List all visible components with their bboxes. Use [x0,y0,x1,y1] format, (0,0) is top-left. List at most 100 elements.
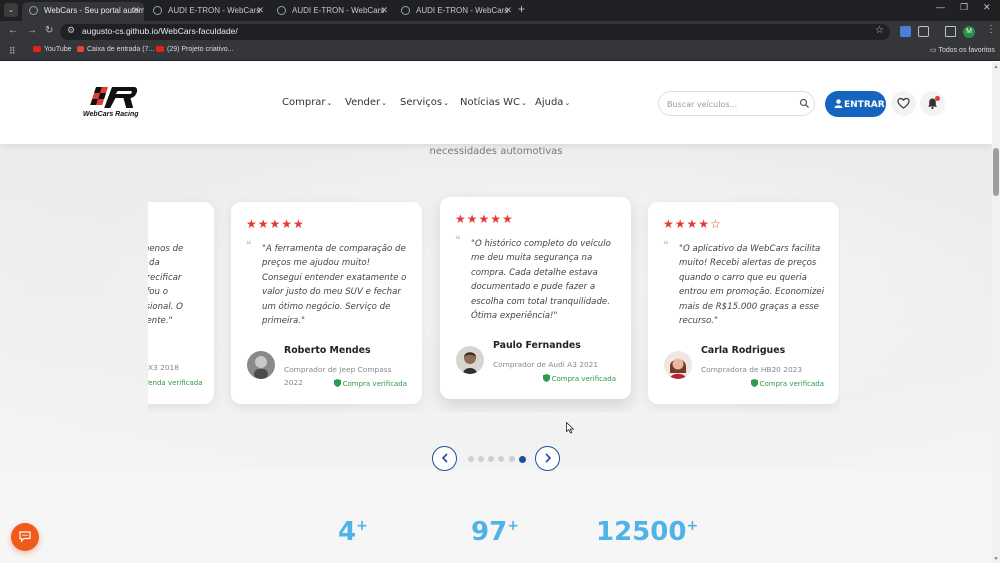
verified-badge: Compra verificada [750,379,824,388]
nav-comprar[interactable]: Comprar⌄ [282,97,332,108]
testimonial-role: Compradora de HB20 2023 [701,365,803,374]
carousel-next-button[interactable] [535,446,560,471]
testimonial-role: Comprador de Audi A3 2021 [493,360,599,369]
notification-dot [935,96,940,101]
browser-tab[interactable]: WebCars - Seu portal automot ✕ [22,2,144,21]
translate-extension-icon[interactable] [900,26,911,37]
avatar [247,351,275,379]
scroll-up-icon[interactable]: ▲ [993,64,999,70]
restore-window-icon[interactable]: ❐ [960,2,968,13]
chevron-down-icon: ⌄ [443,99,450,107]
search-input[interactable] [667,97,797,111]
verified-badge: Compra verificada [333,379,407,388]
scrollbar-thumb[interactable] [993,148,999,196]
testimonial-quote: "A ferramenta de comparação de preços me… [262,244,407,327]
shield-check-icon [333,379,341,387]
carousel-dot[interactable] [478,456,484,462]
stat-counter: 12500+ [596,517,699,547]
testimonial-author: Carla Rodrigues [701,345,786,356]
carousel-dot-active[interactable] [519,455,526,463]
nav-servicos[interactable]: Serviços⌄ [400,97,449,108]
scroll-down-icon[interactable]: ▼ [993,556,999,562]
browser-tab[interactable]: AUDI E-TRON - WebCars ✕ [270,2,392,21]
section-subtitle: necessidades automotivas [429,146,563,157]
close-tab-icon[interactable]: ✕ [132,2,140,19]
bookmark-gmail[interactable]: Caixa de entrada (7... [77,46,154,53]
bookmark-star-icon[interactable]: ☆ [875,25,884,36]
page-scrollbar[interactable]: ▲ ▼ [992,62,1000,563]
testimonial-quote: menos de e da precificar afou o ssional.… [148,244,184,327]
close-window-icon[interactable]: ✕ [983,2,991,13]
globe-icon [401,6,410,15]
back-icon[interactable]: ← [8,25,18,36]
webcars-logo[interactable] [83,84,149,124]
chevron-down-icon: ⌄ [326,99,333,107]
testimonial-card: ★★★★★ menos de e da precificar afou o ss… [148,202,214,404]
favorites-button[interactable] [891,91,916,116]
carousel-dot[interactable] [468,456,474,462]
testimonial-card: ★★★★☆ ❝ "O aplicativo da WebCars facilit… [648,202,839,404]
testimonial-role: X3 2018 [148,363,179,372]
site-info-icon[interactable]: ⚙ [67,25,75,36]
rating-stars: ★★★★★ [455,212,514,226]
close-tab-icon[interactable]: ✕ [256,2,264,19]
nav-ajuda[interactable]: Ajuda⌄ [535,97,570,108]
testimonial-author: Roberto Mendes [284,345,371,356]
login-button[interactable]: ENTRAR [825,91,886,117]
carousel-prev-button[interactable] [432,446,457,471]
new-tab-button[interactable]: + [518,2,525,16]
profile-avatar[interactable]: M [963,26,975,38]
close-tab-icon[interactable]: ✕ [504,2,512,19]
extensions-icon[interactable] [918,26,929,37]
nav-vender[interactable]: Vender⌄ [345,97,387,108]
carousel-dot[interactable] [498,456,504,462]
browser-tab[interactable]: AUDI E-TRON - WebCars ✕ [394,2,516,21]
search-icon[interactable] [799,98,810,109]
notifications-button[interactable] [920,91,945,116]
avatar [456,346,484,374]
carousel-dot[interactable] [509,456,515,462]
browser-menu-icon[interactable]: ⋮ [986,24,996,35]
youtube-icon [33,46,41,53]
verified-badge: Venda verificada [148,379,203,387]
rating-stars: ★★★★☆ [663,217,722,231]
url-field[interactable]: ⚙ augusto-cs.github.io/WebCars-faculdade… [60,24,890,40]
browser-tab-bar: ⌄ WebCars - Seu portal automot ✕ AUDI E-… [0,0,1000,21]
bookmarks-bar: ⠿ YouTube Caixa de entrada (7... (29) Pr… [0,43,1000,61]
tab-search-button[interactable]: ⌄ [4,3,18,17]
quote-icon: ❝ [246,240,252,251]
forward-icon[interactable]: → [27,25,37,36]
chat-bubble-icon [19,531,31,542]
testimonial-card: ★★★★★ ❝ "A ferramenta de comparação de p… [231,202,422,404]
reload-icon[interactable]: ↻ [45,25,53,36]
mouse-cursor-icon [566,422,574,434]
minimize-window-icon[interactable]: — [936,2,945,12]
browser-tab[interactable]: AUDI E-TRON - WebCars ✕ [146,2,268,21]
all-bookmarks[interactable]: ▭ Todos os favoritos [930,46,995,54]
page-viewport: necessidades automotivas ★★★★★ menos de … [0,62,992,563]
chevron-down-icon: ⌄ [564,99,571,107]
youtube-icon [156,46,164,53]
testimonial-quote: "O aplicativo da WebCars facilita muito!… [679,244,825,327]
testimonial-quote: "O histórico completo do veículo me deu … [471,239,611,322]
apps-grid-icon[interactable]: ⠿ [9,46,16,57]
search-bar [658,91,815,116]
testimonial-card: ★★★★★ ❝ "O histórico completo do veículo… [440,197,631,399]
shield-check-icon [542,374,550,382]
globe-icon [153,6,162,15]
stat-counter: 4+ [338,517,368,547]
testimonials-carousel: ★★★★★ menos de e da precificar afou o ss… [148,192,840,412]
address-bar: ← → ↻ ⚙ augusto-cs.github.io/WebCars-fac… [0,21,1000,43]
stat-counter: 97+ [471,517,519,547]
bookmark-projeto[interactable]: (29) Projeto criativo... [156,46,234,53]
close-tab-icon[interactable]: ✕ [380,2,388,19]
shield-check-icon [750,379,758,387]
nav-noticias[interactable]: Notícias WC⌄ [460,97,527,108]
chat-button[interactable] [11,523,39,551]
quote-icon: ❝ [455,235,461,246]
user-icon [834,98,843,108]
carousel-dot[interactable] [488,456,494,462]
bookmark-youtube[interactable]: YouTube [33,46,72,53]
reading-list-icon[interactable] [945,26,956,37]
heart-icon [897,97,910,109]
